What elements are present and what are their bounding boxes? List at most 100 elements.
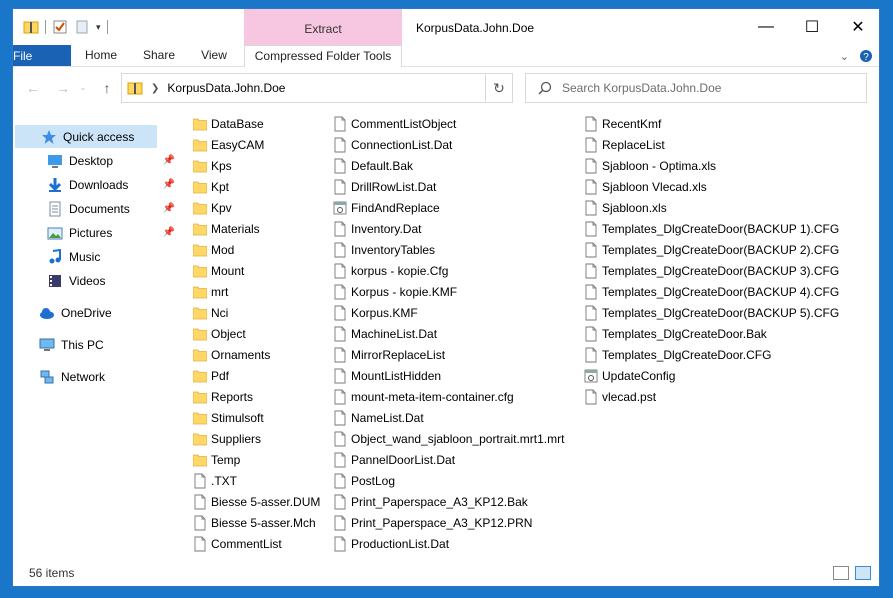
folder-item[interactable]: Pdf (193, 365, 320, 386)
folder-item[interactable]: Materials (193, 218, 320, 239)
nav-pictures[interactable]: Pictures 📌 (47, 221, 175, 244)
file-item[interactable]: korpus - kopie.Cfg (333, 260, 564, 281)
file-item[interactable]: UpdateConfig (584, 365, 839, 386)
file-item[interactable]: mount-meta-item-container.cfg (333, 386, 564, 407)
customize-toolbar-icon[interactable]: ▾ (96, 22, 101, 33)
file-item[interactable]: Templates_DlgCreateDoor(BACKUP 4).CFG (584, 281, 839, 302)
folder-item[interactable]: Nci (193, 302, 320, 323)
folder-icon (193, 307, 207, 319)
file-item[interactable]: Templates_DlgCreateDoor(BACKUP 5).CFG (584, 302, 839, 323)
folder-item[interactable]: Object (193, 323, 320, 344)
file-item[interactable]: ReplaceList (584, 134, 839, 155)
file-item[interactable]: Templates_DlgCreateDoor.Bak (584, 323, 839, 344)
folder-icon (193, 118, 207, 130)
file-item[interactable]: Korpus.KMF (333, 302, 564, 323)
file-item[interactable]: PostLog (333, 470, 564, 491)
pin-icon[interactable]: 📌 (163, 179, 175, 190)
close-button[interactable]: ✕ (835, 9, 879, 45)
nav-this-pc[interactable]: This PC (39, 333, 169, 356)
file-item[interactable]: Templates_DlgCreateDoor(BACKUP 2).CFG (584, 239, 839, 260)
file-item[interactable]: Templates_DlgCreateDoor.CFG (584, 344, 839, 365)
breadcrumb-chevron-icon[interactable]: ❯ (151, 83, 159, 94)
folder-item[interactable]: Mod (193, 239, 320, 260)
file-item[interactable]: Biesse 5-asser.Mch (193, 512, 320, 533)
tab-home[interactable]: Home (71, 45, 131, 67)
file-item[interactable]: .TXT (193, 470, 320, 491)
pin-icon[interactable]: 📌 (163, 227, 175, 238)
search-input[interactable] (562, 81, 852, 95)
file-item[interactable]: Sjabloon - Optima.xls (584, 155, 839, 176)
file-item[interactable]: Korpus - kopie.KMF (333, 281, 564, 302)
nav-onedrive[interactable]: OneDrive (39, 301, 169, 324)
file-item[interactable]: ConnectionList.Dat (333, 134, 564, 155)
file-item[interactable]: Templates_DlgCreateDoor(BACKUP 1).CFG (584, 218, 839, 239)
folder-item[interactable]: Kpt (193, 176, 320, 197)
folder-item[interactable]: DataBase (193, 113, 320, 134)
nav-music[interactable]: Music (47, 245, 169, 268)
file-item[interactable]: DrillRowList.Dat (333, 176, 564, 197)
nav-downloads[interactable]: Downloads 📌 (47, 173, 175, 196)
tab-compressed-folder-tools[interactable]: Compressed Folder Tools (244, 45, 402, 67)
nav-desktop[interactable]: Desktop 📌 (47, 149, 175, 172)
file-item[interactable]: FindAndReplace (333, 197, 564, 218)
file-item[interactable]: ProductionList.Dat (333, 533, 564, 554)
pin-icon[interactable]: 📌 (163, 155, 175, 166)
pin-icon[interactable]: 📌 (163, 203, 175, 214)
expand-ribbon-icon[interactable]: ⌄ (840, 50, 849, 63)
file-item[interactable]: RecentKmf (584, 113, 839, 134)
refresh-button[interactable]: ↻ (486, 73, 513, 103)
file-icon (334, 473, 346, 488)
recent-locations-icon[interactable]: ⌄ (73, 78, 93, 98)
properties-icon[interactable] (52, 19, 68, 35)
folder-item[interactable]: Stimulsoft (193, 407, 320, 428)
tab-view[interactable]: View (187, 45, 241, 67)
file-item[interactable]: Templates_DlgCreateDoor(BACKUP 3).CFG (584, 260, 839, 281)
file-item[interactable]: PannelDoorList.Dat (333, 449, 564, 470)
maximize-button[interactable]: ☐ (789, 9, 835, 45)
file-item[interactable]: Sjabloon.xls (584, 197, 839, 218)
new-folder-icon[interactable] (74, 19, 90, 35)
folder-item[interactable]: Mount (193, 260, 320, 281)
nav-quick-access[interactable]: Quick access (15, 125, 157, 148)
folder-item[interactable]: Suppliers (193, 428, 320, 449)
folder-item[interactable]: Kps (193, 155, 320, 176)
file-item[interactable]: vlecad.pst (584, 386, 839, 407)
forward-button[interactable]: → (53, 78, 73, 98)
folder-item[interactable]: Reports (193, 386, 320, 407)
large-icons-view-icon[interactable] (855, 566, 871, 580)
file-item[interactable]: Biesse 5-asser.DUM (193, 491, 320, 512)
tab-share[interactable]: Share (131, 45, 187, 67)
file-item[interactable]: Print_Paperspace_A3_KP12.Bak (333, 491, 564, 512)
file-item[interactable]: CommentListObject (333, 113, 564, 134)
file-item[interactable]: MachineList.Dat (333, 323, 564, 344)
file-item[interactable]: Sjabloon Vlecad.xls (584, 176, 839, 197)
breadcrumb[interactable]: KorpusData.John.Doe (167, 81, 285, 95)
nav-documents[interactable]: Documents 📌 (47, 197, 175, 220)
file-item[interactable]: InventoryTables (333, 239, 564, 260)
folder-item[interactable]: Kpv (193, 197, 320, 218)
file-item[interactable]: Object_wand_sjabloon_portrait.mrt1.mrt (333, 428, 564, 449)
file-item[interactable]: NameList.Dat (333, 407, 564, 428)
folder-item[interactable]: mrt (193, 281, 320, 302)
folder-item[interactable]: Temp (193, 449, 320, 470)
address-bar[interactable]: ❯ KorpusData.John.Doe (121, 73, 486, 103)
file-item[interactable]: CommentList (193, 533, 320, 554)
folder-item[interactable]: EasyCAM (193, 134, 320, 155)
file-item[interactable]: MirrorReplaceList (333, 344, 564, 365)
nav-videos[interactable]: Videos (47, 269, 169, 292)
file-name: RecentKmf (602, 116, 662, 131)
tab-file[interactable]: File (13, 45, 71, 66)
search-box[interactable] (525, 73, 867, 103)
help-icon[interactable]: ? (859, 49, 873, 63)
up-button[interactable]: ↑ (97, 78, 117, 98)
folder-item[interactable]: Ornaments (193, 344, 320, 365)
file-name: Suppliers (211, 431, 262, 446)
file-item[interactable]: Default.Bak (333, 155, 564, 176)
file-item[interactable]: Inventory.Dat (333, 218, 564, 239)
file-item[interactable]: Print_Paperspace_A3_KP12.PRN (333, 512, 564, 533)
nav-network[interactable]: Network (39, 365, 169, 388)
minimize-button[interactable]: — (743, 9, 789, 45)
file-item[interactable]: MountListHidden (333, 365, 564, 386)
details-view-icon[interactable] (833, 566, 849, 580)
back-button[interactable]: ← (23, 78, 43, 98)
